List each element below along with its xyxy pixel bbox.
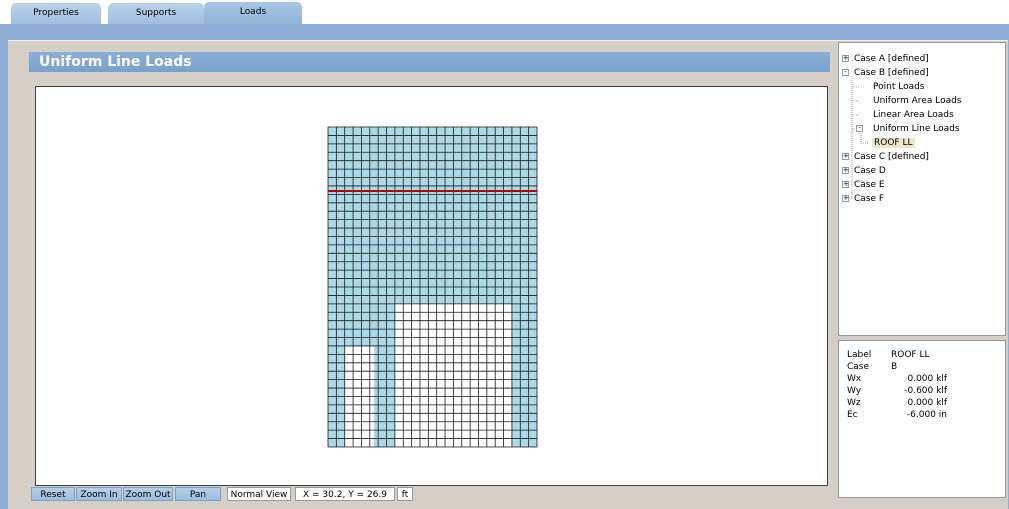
reset-button[interactable]: Reset [31, 487, 75, 501]
floor-grid[interactable] [36, 87, 829, 487]
tab-bar: Properties Supports Loads [0, 0, 1009, 26]
prop-row-wx: Wx 0.000 klf [847, 374, 947, 384]
tree-item-roof-ll[interactable]: ROOF LL [872, 136, 915, 150]
properties-panel: Label ROOF LL Case B Wx 0.000 klf Wy -0.600 … [838, 340, 1006, 498]
expand-icon[interactable]: + [842, 181, 849, 188]
collapse-icon[interactable]: - [842, 69, 849, 76]
prop-row-label: Label ROOF LL [847, 350, 930, 360]
expand-icon[interactable]: + [842, 55, 849, 62]
tree-item-linear-area-loads[interactable]: Linear Area Loads [873, 108, 954, 122]
tree-item-point-loads[interactable]: Point Loads [873, 80, 925, 94]
zoom-out-button[interactable]: Zoom Out [123, 487, 173, 501]
model-canvas[interactable] [35, 86, 828, 486]
tab-supports[interactable]: Supports [108, 3, 204, 24]
collapse-icon[interactable]: - [856, 125, 863, 132]
grid-shaded-region [328, 127, 537, 304]
expand-icon[interactable]: + [842, 195, 849, 202]
grid-shaded-strip [373, 303, 395, 447]
zoom-in-button[interactable]: Zoom In [76, 487, 122, 501]
view-mode-display[interactable]: Normal View [227, 487, 291, 501]
prop-row-wz: Wz 0.000 klf [847, 398, 947, 408]
expand-icon[interactable]: + [842, 153, 849, 160]
grid-shaded-strip [511, 303, 537, 447]
expand-icon[interactable]: + [842, 167, 849, 174]
prop-row-case: Case B [847, 362, 898, 372]
page-title: Uniform Line Loads [29, 52, 830, 72]
tab-properties[interactable]: Properties [11, 3, 101, 24]
prop-row-wy: Wy -0.600 klf [847, 386, 947, 396]
pan-button[interactable]: Pan [175, 487, 221, 501]
tree-item-uniform-area-loads[interactable]: Uniform Area Loads [873, 94, 962, 108]
load-case-tree[interactable]: + Case A [defined] - Case B [defined] Poin… [838, 42, 1006, 336]
coordinate-readout: X = 30.2, Y = 26.9 [295, 487, 395, 501]
tab-loads[interactable]: Loads [204, 2, 302, 26]
units-display: ft [397, 487, 413, 501]
prop-row-ec: Ec -6.000 in [847, 410, 947, 420]
